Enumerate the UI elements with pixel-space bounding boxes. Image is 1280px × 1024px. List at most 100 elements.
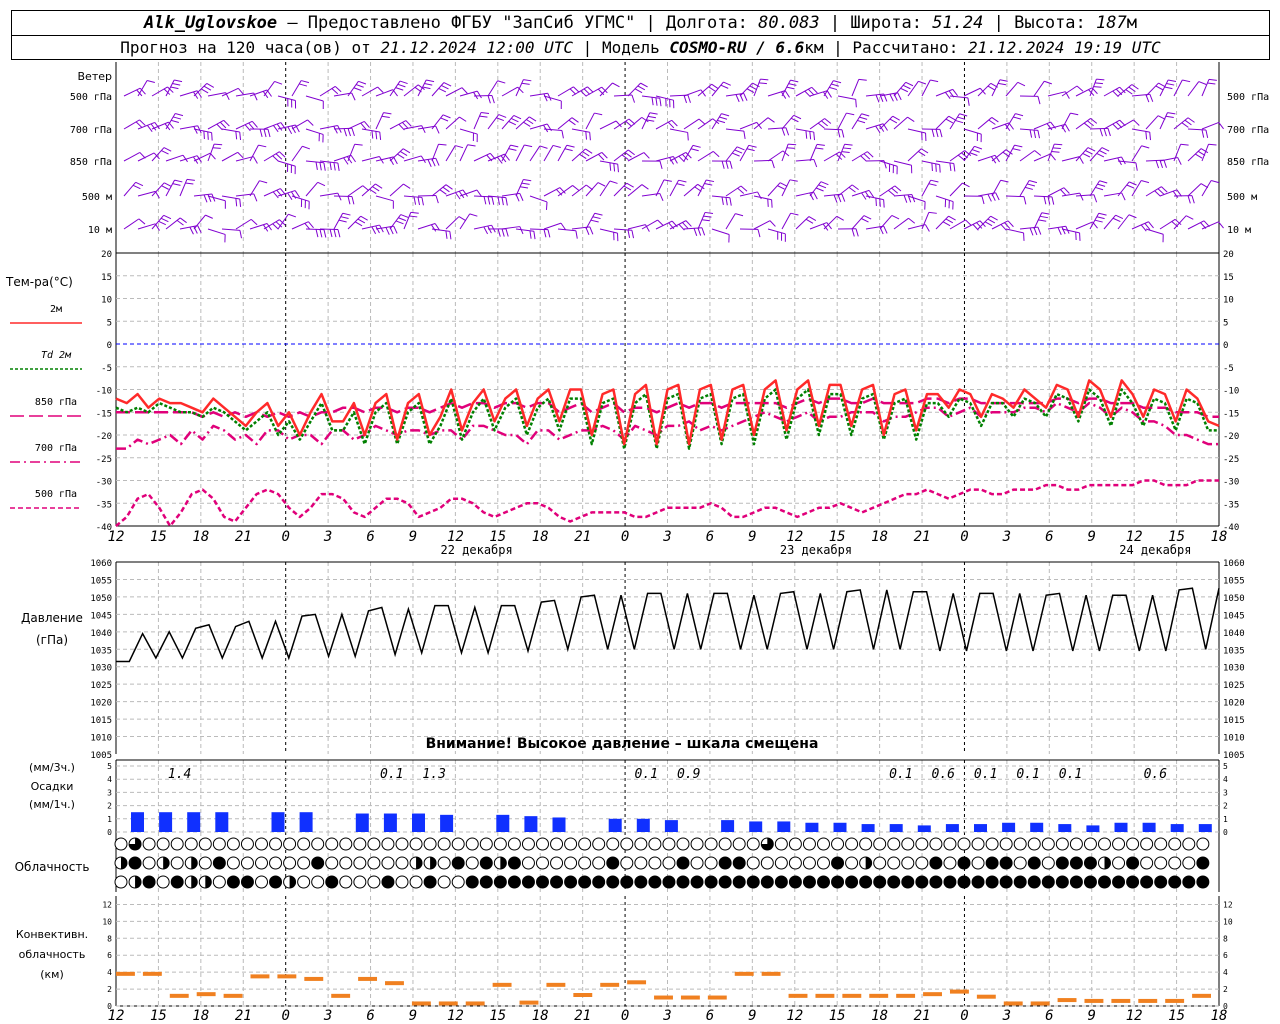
prec-unit-1h: (мм/1ч.) (29, 798, 75, 811)
prec-tick-left: 4 (107, 775, 112, 784)
conv-bar (411, 1001, 431, 1006)
pres-tick-right: 1030 (1223, 664, 1245, 674)
wind-barb (319, 228, 339, 231)
wind-barb (501, 144, 511, 162)
conv-tick-right: 2 (1223, 985, 1228, 994)
wind-barb-feather (571, 117, 579, 123)
conv-tick-right: 4 (1223, 968, 1228, 977)
cloud-symbol (788, 837, 802, 851)
wind-barb-feather (461, 87, 468, 94)
cloud-symbol (1168, 837, 1182, 851)
wind-barb-feather (479, 115, 488, 118)
prec-tick-right: 4 (1223, 775, 1228, 784)
wind-barb (361, 86, 378, 97)
wind-barb-feather (272, 223, 279, 230)
temp-legend-label: Td 2м (41, 350, 72, 361)
wind-barb (403, 84, 419, 97)
wind-barb-feather (164, 182, 172, 187)
wind-barb-feather (1033, 129, 1037, 139)
cloud-symbol (395, 837, 409, 851)
time-tick-label-bottom: 6 (1045, 1008, 1053, 1024)
wind-barb-feather (1083, 122, 1091, 129)
wind-barb-feather (1167, 112, 1176, 115)
temp-legend-label: 700 гПа (35, 443, 77, 454)
cloud-symbol (676, 875, 690, 889)
wind-barb (767, 182, 781, 197)
cloud-symbol (606, 856, 620, 870)
wind-barb (1103, 86, 1120, 97)
temp-tick-left: -20 (96, 432, 112, 442)
precip-bar (299, 812, 313, 832)
wind-barb-feather (333, 162, 336, 171)
pres-unit: (гПа) (36, 633, 68, 647)
wind-barb-feather (612, 82, 620, 88)
cloud-symbol (690, 875, 704, 889)
wind-barb-feather (426, 79, 435, 83)
meteogram-chart: Ветер 500 гПа 500 гПа 700 гПа 700 гПа 850 гПа… (5, 62, 1269, 1024)
wind-barb-feather (821, 120, 828, 127)
cloud-symbol (1098, 875, 1111, 889)
wind-barb-feather (771, 160, 775, 169)
cloud-symbol (198, 837, 212, 851)
wind-barb-feather (1085, 150, 1093, 155)
wind-barb-feather (582, 151, 590, 157)
precip-bar (664, 820, 678, 832)
wind-barb-feather (263, 129, 267, 138)
wind-barb (529, 195, 548, 203)
wind-barb-feather (649, 112, 658, 115)
wind-barb (585, 182, 599, 197)
wind-barb-feather (1061, 226, 1066, 235)
cloud-symbol (1196, 875, 1210, 889)
wind-barb-feather (235, 198, 238, 207)
wind-barb (1047, 187, 1065, 197)
wind-barb-feather (435, 125, 440, 134)
wind-barb-feather (841, 151, 850, 153)
wind-barb-feather (651, 97, 654, 106)
wind-barb (1145, 228, 1164, 235)
wind-barb-feather (150, 123, 157, 131)
wind-barb-feather (1023, 196, 1027, 205)
wind-barb-feather (955, 119, 964, 124)
wind-barb-feather (743, 130, 746, 140)
wind-barb-feather (219, 121, 227, 129)
wind-barb-feather (815, 147, 824, 150)
wind-barb (837, 95, 856, 100)
wind-barb-feather (343, 157, 349, 165)
wind-barb-feather (859, 116, 868, 120)
wind-barb-feather (1131, 84, 1139, 90)
wind-barb-feather (758, 82, 767, 85)
wind-barb-feather (351, 196, 355, 205)
wind-barb-feather (1015, 113, 1024, 117)
wind-barb-feather (1208, 143, 1217, 146)
wind-barb-feather (1182, 79, 1191, 83)
wind-barb-feather (186, 178, 195, 181)
wind-barb-feather (1163, 159, 1167, 168)
cloud-symbol (802, 875, 816, 889)
wind-barb-feather (723, 81, 731, 86)
cloud-symbol (634, 856, 648, 870)
pres-tick-right: 1035 (1223, 646, 1245, 656)
wind-barb-feather (631, 94, 636, 103)
wind-barb-feather (601, 152, 608, 159)
wind-barb-feather (841, 193, 846, 202)
cloud-symbol (564, 875, 578, 889)
wind-barb-feather (945, 118, 954, 124)
wind-barb-feather (138, 218, 146, 225)
wind-barb-feather (1057, 227, 1062, 235)
wind-barb-feather (421, 197, 424, 206)
temp-tick-left: -35 (96, 500, 112, 510)
wind-barb (1131, 145, 1142, 162)
wind-barb-feather (375, 131, 378, 140)
cloud-symbol (479, 875, 493, 889)
wind-barb-feather (1126, 184, 1135, 189)
wind-barb-feather (1063, 187, 1070, 194)
conv-bar (654, 995, 673, 1000)
cloud-symbol (817, 875, 830, 889)
conv-bar (358, 976, 378, 981)
wind-barb (445, 116, 460, 130)
wind-barb-feather (972, 224, 979, 231)
precip-bar (889, 824, 903, 832)
conv-tick-left: 0 (107, 1002, 112, 1011)
wind-barb-feather (683, 95, 688, 104)
wind-barb-feather (487, 95, 491, 104)
